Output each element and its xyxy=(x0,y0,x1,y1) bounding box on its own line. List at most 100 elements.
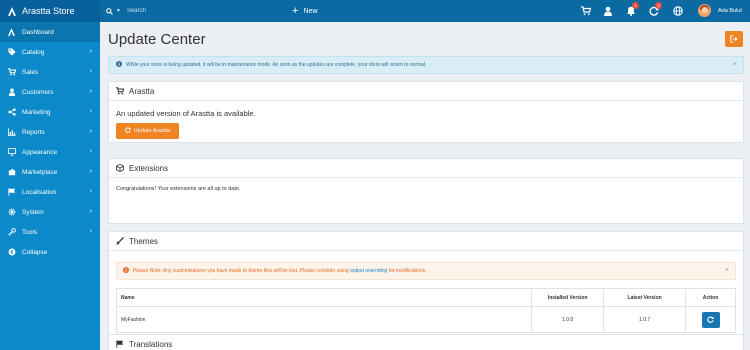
gear-icon xyxy=(7,208,16,216)
maintenance-info-alert: While your store is being updated, it wi… xyxy=(108,56,744,74)
sidebar-item-marketing[interactable]: Marketing › xyxy=(0,102,100,122)
chevron-right-icon: › xyxy=(89,68,92,75)
sidebar-item-label: System xyxy=(22,208,44,216)
warning-text: Please Note: Any customizations you have… xyxy=(133,268,427,274)
sidebar-item-label: Tools xyxy=(22,228,38,236)
table-row: MyFashion 1.0.0 1.0.7 xyxy=(115,306,736,333)
chevron-right-icon: › xyxy=(89,208,92,215)
cart-icon[interactable] xyxy=(581,6,591,16)
chevron-right-icon: › xyxy=(89,148,92,155)
panel-heading: Arastta xyxy=(109,82,743,101)
dashboard-icon xyxy=(7,28,16,36)
globe-icon[interactable] xyxy=(673,6,683,16)
panel-heading: Themes xyxy=(109,232,743,251)
chevron-right-icon: › xyxy=(89,88,92,95)
sidebar-item-collapse[interactable]: Collapse xyxy=(0,242,100,262)
info-icon xyxy=(116,61,122,69)
sidebar-item-marketplace[interactable]: Marketplace › xyxy=(0,162,100,182)
cube-icon xyxy=(116,164,124,172)
exit-button[interactable] xyxy=(725,31,743,47)
panel-title: Extensions xyxy=(129,163,169,173)
update-arastta-button[interactable]: Update Arastta xyxy=(116,123,179,139)
themes-panel: Themes Please Note: Any customizations y… xyxy=(108,231,744,347)
sidebar-item-label: Localisation xyxy=(22,188,57,196)
sidebar-item-sales[interactable]: Sales › xyxy=(0,62,100,82)
collapse-icon xyxy=(7,248,16,256)
theme-warning-alert: Please Note: Any customizations you have… xyxy=(116,262,736,280)
user-name[interactable]: Ada Bulut xyxy=(718,0,742,22)
output-overriding-link[interactable]: output overriding xyxy=(350,268,387,274)
column-header-latest-version: Latest Version xyxy=(603,288,687,307)
info-alert-text: While your store is being updated, it wi… xyxy=(126,62,427,68)
sidebar-item-label: Sales xyxy=(22,68,39,76)
wrench-icon xyxy=(7,228,16,236)
column-header-action: Action xyxy=(685,288,736,307)
update-badge: 2 xyxy=(655,2,662,9)
sign-out-icon xyxy=(730,35,738,43)
installed-version-cell: 1.0.0 xyxy=(531,306,605,333)
puzzle-icon xyxy=(7,168,16,176)
search-scope-caret-icon[interactable]: ▼ xyxy=(116,8,121,14)
page-title: Update Center xyxy=(108,31,206,48)
sidebar-item-reports[interactable]: Reports › xyxy=(0,122,100,142)
table-header-row: Name Installed Version Latest Version Ac… xyxy=(115,288,736,307)
brand[interactable]: Arastta Store xyxy=(0,0,100,22)
sidebar-item-localisation[interactable]: Localisation › xyxy=(0,182,100,202)
panel-heading: Translations xyxy=(109,335,743,350)
update-icon[interactable]: 2 xyxy=(649,2,662,16)
sidebar-item-appearance[interactable]: Appearance › xyxy=(0,142,100,162)
chevron-right-icon: › xyxy=(89,128,92,135)
panel-title: Arastta xyxy=(129,86,155,96)
update-available-message: An updated version of Arastta is availab… xyxy=(116,109,256,118)
close-icon[interactable]: × xyxy=(725,267,729,274)
themes-table: Name Installed Version Latest Version Ac… xyxy=(115,288,736,333)
sidebar-item-label: Appearance xyxy=(22,148,58,156)
tag-icon xyxy=(7,48,16,56)
sidebar-item-system[interactable]: System › xyxy=(0,202,100,222)
panel-heading: Extensions xyxy=(109,159,743,178)
latest-version-cell: 1.0.7 xyxy=(603,306,687,333)
chevron-right-icon: › xyxy=(89,48,92,55)
search-icon[interactable] xyxy=(106,7,113,15)
close-icon[interactable]: × xyxy=(733,61,737,68)
sidebar-item-customers[interactable]: Customers › xyxy=(0,82,100,102)
panel-title: Themes xyxy=(129,236,158,246)
sidebar-item-dashboard[interactable]: Dashboard xyxy=(0,22,100,42)
paint-brush-icon xyxy=(116,237,124,245)
new-button[interactable]: + New xyxy=(292,0,317,22)
avatar[interactable] xyxy=(698,4,711,17)
chevron-right-icon: › xyxy=(89,188,92,195)
sidebar-item-label: Marketing xyxy=(22,108,51,116)
refresh-icon xyxy=(707,316,714,323)
search-input[interactable] xyxy=(126,8,247,14)
flag-icon xyxy=(116,340,124,348)
sidebar-item-tools[interactable]: Tools › xyxy=(0,222,100,242)
plus-icon: + xyxy=(292,4,299,17)
sidebar-item-label: Customers xyxy=(22,88,54,96)
desktop-icon xyxy=(7,148,16,156)
sidebar-item-label: Dashboard xyxy=(22,28,54,36)
action-cell xyxy=(685,306,736,333)
column-header-name: Name xyxy=(115,288,533,307)
bell-icon[interactable]: 1 xyxy=(626,2,639,16)
cart-icon xyxy=(7,68,16,76)
update-theme-button[interactable] xyxy=(701,311,720,328)
sidebar: Dashboard Catalog › Sales › Customers › … xyxy=(0,22,100,350)
user-icon[interactable] xyxy=(603,6,613,16)
notification-badge: 1 xyxy=(632,2,639,9)
extensions-panel: Extensions Congratulations! Your extensi… xyxy=(108,158,744,224)
user-icon xyxy=(7,88,16,96)
search-bar: ▼ xyxy=(100,0,280,22)
update-arastta-label: Update Arastta xyxy=(133,128,171,134)
arastta-panel: Arastta An updated version of Arastta is… xyxy=(108,81,744,143)
sidebar-item-label: Marketplace xyxy=(22,168,58,176)
arastta-logo-icon xyxy=(8,6,16,16)
chevron-right-icon: › xyxy=(89,168,92,175)
sidebar-item-label: Catalog xyxy=(22,48,45,56)
sidebar-item-label: Reports xyxy=(22,128,45,136)
sidebar-item-catalog[interactable]: Catalog › xyxy=(0,42,100,62)
column-header-installed-version: Installed Version xyxy=(531,288,605,307)
main-content: Update Center While your store is being … xyxy=(100,22,750,350)
brand-name: Arastta Store xyxy=(22,6,75,16)
top-bar: Arastta Store ▼ + New 1 2 Ada Bulut xyxy=(0,0,750,22)
